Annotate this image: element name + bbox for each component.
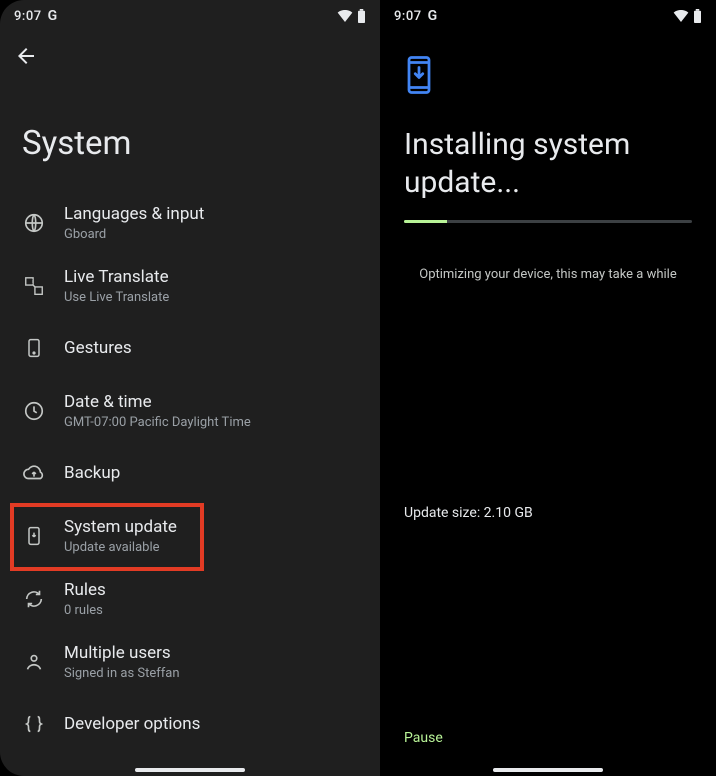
clock-icon	[22, 399, 46, 423]
item-subtitle: Use Live Translate	[64, 290, 169, 305]
item-title: Languages & input	[64, 203, 204, 225]
settings-item-system-update[interactable]: System update Update available	[0, 504, 380, 567]
item-title: Live Translate	[64, 266, 169, 288]
battery-icon	[693, 9, 702, 23]
item-title: Date & time	[64, 391, 251, 413]
system-update-screen: 9:07 G Installing system update... Optim…	[380, 0, 716, 776]
item-title: System update	[64, 516, 177, 538]
item-subtitle: Update available	[64, 540, 177, 555]
item-title: Multiple users	[64, 642, 180, 664]
item-title: Rules	[64, 579, 106, 601]
item-title: Developer options	[64, 713, 200, 735]
page-title: System	[0, 76, 380, 187]
cloud-upload-icon	[22, 461, 46, 485]
settings-item-live-translate[interactable]: 文 Live Translate Use Live Translate	[0, 254, 380, 317]
status-time: 9:07	[14, 9, 42, 24]
item-subtitle: Signed in as Steffan	[64, 666, 180, 681]
battery-icon	[357, 9, 366, 23]
translate-icon: 文	[22, 274, 46, 298]
item-title: Backup	[64, 462, 120, 484]
optimizing-text: Optimizing your device, this may take a …	[380, 267, 716, 282]
installing-title: Installing system update...	[380, 98, 716, 202]
status-time: 9:07	[394, 9, 422, 24]
settings-list: Languages & input Gboard 文 Live Translat…	[0, 187, 380, 759]
braces-icon	[22, 712, 46, 736]
google-g-icon: G	[428, 8, 438, 24]
gesture-handle[interactable]	[135, 768, 245, 772]
back-button[interactable]	[14, 44, 38, 68]
pause-button[interactable]: Pause	[404, 730, 443, 746]
item-subtitle: 0 rules	[64, 603, 106, 618]
wifi-icon	[337, 10, 353, 22]
phone-download-icon	[22, 524, 46, 548]
gesture-handle[interactable]	[493, 768, 603, 772]
settings-system-screen: 9:07 G System Languages & input Gboard	[0, 0, 380, 776]
item-subtitle: Gboard	[64, 227, 204, 242]
settings-item-languages-input[interactable]: Languages & input Gboard	[0, 191, 380, 254]
statusbar: 9:07 G	[380, 0, 716, 28]
svg-text:文: 文	[28, 277, 34, 285]
settings-item-gestures[interactable]: Gestures	[0, 317, 380, 379]
progress-fill	[404, 220, 447, 223]
sync-icon	[22, 587, 46, 611]
phone-download-large-icon	[404, 56, 716, 98]
person-icon	[22, 650, 46, 674]
statusbar: 9:07 G	[0, 0, 380, 28]
settings-item-backup[interactable]: Backup	[0, 442, 380, 504]
item-title: Gestures	[64, 337, 132, 359]
settings-item-date-time[interactable]: Date & time GMT-07:00 Pacific Daylight T…	[0, 379, 380, 442]
settings-item-multiple-users[interactable]: Multiple users Signed in as Steffan	[0, 630, 380, 693]
gestures-icon	[22, 336, 46, 360]
settings-item-developer-options[interactable]: Developer options	[0, 693, 380, 755]
settings-item-rules[interactable]: Rules 0 rules	[0, 567, 380, 630]
update-size-label: Update size: 2.10 GB	[404, 505, 533, 521]
wifi-icon	[673, 10, 689, 22]
progress-bar	[404, 220, 692, 223]
google-g-icon: G	[48, 8, 58, 24]
globe-icon	[22, 211, 46, 235]
item-subtitle: GMT-07:00 Pacific Daylight Time	[64, 415, 251, 430]
